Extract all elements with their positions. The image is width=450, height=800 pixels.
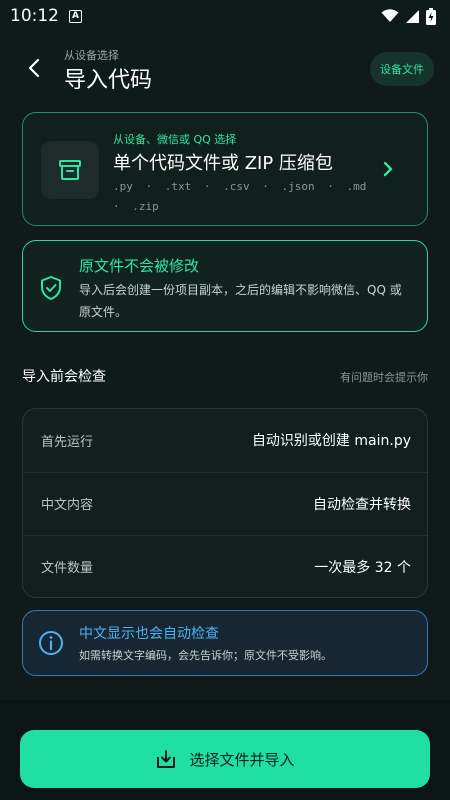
- safe-description: 导入后会创建一份项目副本，之后的编辑不影响微信、QQ 或原文件。: [79, 283, 402, 319]
- archive-tile: [41, 141, 99, 199]
- status-time: 10:12: [10, 6, 59, 26]
- page-title: 导入代码: [64, 68, 153, 93]
- select-and-import-button[interactable]: 选择文件并导入: [20, 730, 430, 788]
- check-value: 自动检查并转换: [313, 496, 411, 513]
- shield-check-icon: [41, 276, 61, 300]
- signal-icon: [406, 9, 419, 23]
- chevron-right-icon: [383, 161, 393, 177]
- check-label: 中文内容: [41, 498, 94, 513]
- check-value: 一次最多 32 个: [314, 559, 411, 576]
- page-subtitle: 从设备选择: [64, 49, 119, 62]
- extension-item: .zip: [132, 200, 159, 213]
- a-notification-icon: A: [69, 9, 82, 23]
- check-label: 文件数量: [41, 561, 94, 576]
- status-left: 10:12 A: [10, 6, 82, 26]
- extension-separator: ·: [145, 180, 153, 193]
- app-header: 从设备选择 导入代码 设备文件: [0, 44, 450, 94]
- battery-icon: [426, 7, 436, 25]
- original-safe-card: 原文件不会被修改 导入后会创建一份项目副本，之后的编辑不影响微信、QQ 或原文件…: [22, 240, 428, 332]
- file-type-title: 单个代码文件或 ZIP 压缩包: [113, 153, 333, 174]
- extension-item: .csv: [223, 180, 250, 193]
- source-kicker: 从设备、微信或 QQ 选择: [113, 133, 237, 146]
- checks-heading: 导入前会检查: [22, 369, 106, 385]
- wifi-icon: [381, 9, 399, 22]
- check-row: 中文内容 自动检查并转换: [23, 472, 427, 534]
- check-row: 文件数量 一次最多 32 个: [23, 535, 427, 597]
- extension-separator: ·: [327, 180, 334, 193]
- extension-item: .md: [346, 180, 367, 193]
- status-right: [381, 7, 436, 25]
- archive-box-icon: [59, 160, 81, 180]
- extension-separator: ·: [113, 200, 120, 213]
- pick-file-card[interactable]: 从设备、微信或 QQ 选择 单个代码文件或 ZIP 压缩包 .py · .txt…: [22, 112, 428, 226]
- extension-item: .txt: [164, 180, 192, 193]
- extension-separator: ·: [262, 180, 269, 193]
- check-label: 首先运行: [41, 434, 94, 450]
- extension-list: .py · .txt · .csv · .json · .md · .zip: [113, 177, 373, 217]
- info-circle-icon: [39, 631, 63, 655]
- extension-separator: ·: [203, 180, 211, 193]
- check-value: 自动识别或创建 main.py: [251, 433, 411, 449]
- chevron-left-icon: [28, 58, 40, 78]
- safe-title: 原文件不会被修改: [79, 257, 200, 275]
- status-bar: 10:12 A: [0, 0, 450, 32]
- extension-item: .py: [113, 180, 133, 193]
- info-title: 中文显示也会自动检查: [79, 626, 219, 642]
- checks-hint: 有问题时会提示你: [340, 371, 428, 384]
- info-description: 如需转换文字编码，会先告诉你；原文件不受影响。: [79, 649, 332, 662]
- check-row: 首先运行 自动识别或创建 main.py: [23, 409, 427, 471]
- checks-card: 首先运行 自动识别或创建 main.py 中文内容 自动检查并转换 文件数量 一…: [22, 408, 428, 598]
- back-button[interactable]: [20, 54, 48, 82]
- download-tray-icon: [157, 750, 176, 768]
- encoding-info-card: 中文显示也会自动检查 如需转换文字编码，会先告诉你；原文件不受影响。: [22, 610, 428, 676]
- cta-label: 选择文件并导入: [189, 750, 295, 769]
- extension-item: .json: [281, 180, 315, 193]
- device-files-button[interactable]: 设备文件: [370, 52, 434, 86]
